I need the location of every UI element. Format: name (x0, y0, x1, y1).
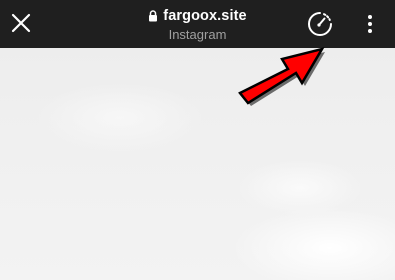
menu-dot (368, 22, 372, 26)
url-row: fargoox.site (110, 6, 285, 26)
page-content (0, 48, 395, 280)
red-arrow-annotation (238, 47, 325, 106)
more-menu-button[interactable] (358, 8, 382, 40)
browser-window: fargoox.site Instagram (0, 0, 395, 280)
lock-icon (148, 10, 158, 22)
browser-toolbar: fargoox.site Instagram (0, 0, 395, 48)
address-bar[interactable]: fargoox.site Instagram (110, 6, 285, 42)
speedometer-button[interactable] (304, 8, 336, 40)
close-icon (11, 13, 31, 33)
site-name: Instagram (168, 27, 227, 42)
url-text: fargoox.site (163, 8, 247, 24)
close-button[interactable] (4, 6, 38, 40)
menu-dot (368, 15, 372, 19)
speedometer-icon (308, 12, 332, 36)
menu-dot (368, 29, 372, 33)
